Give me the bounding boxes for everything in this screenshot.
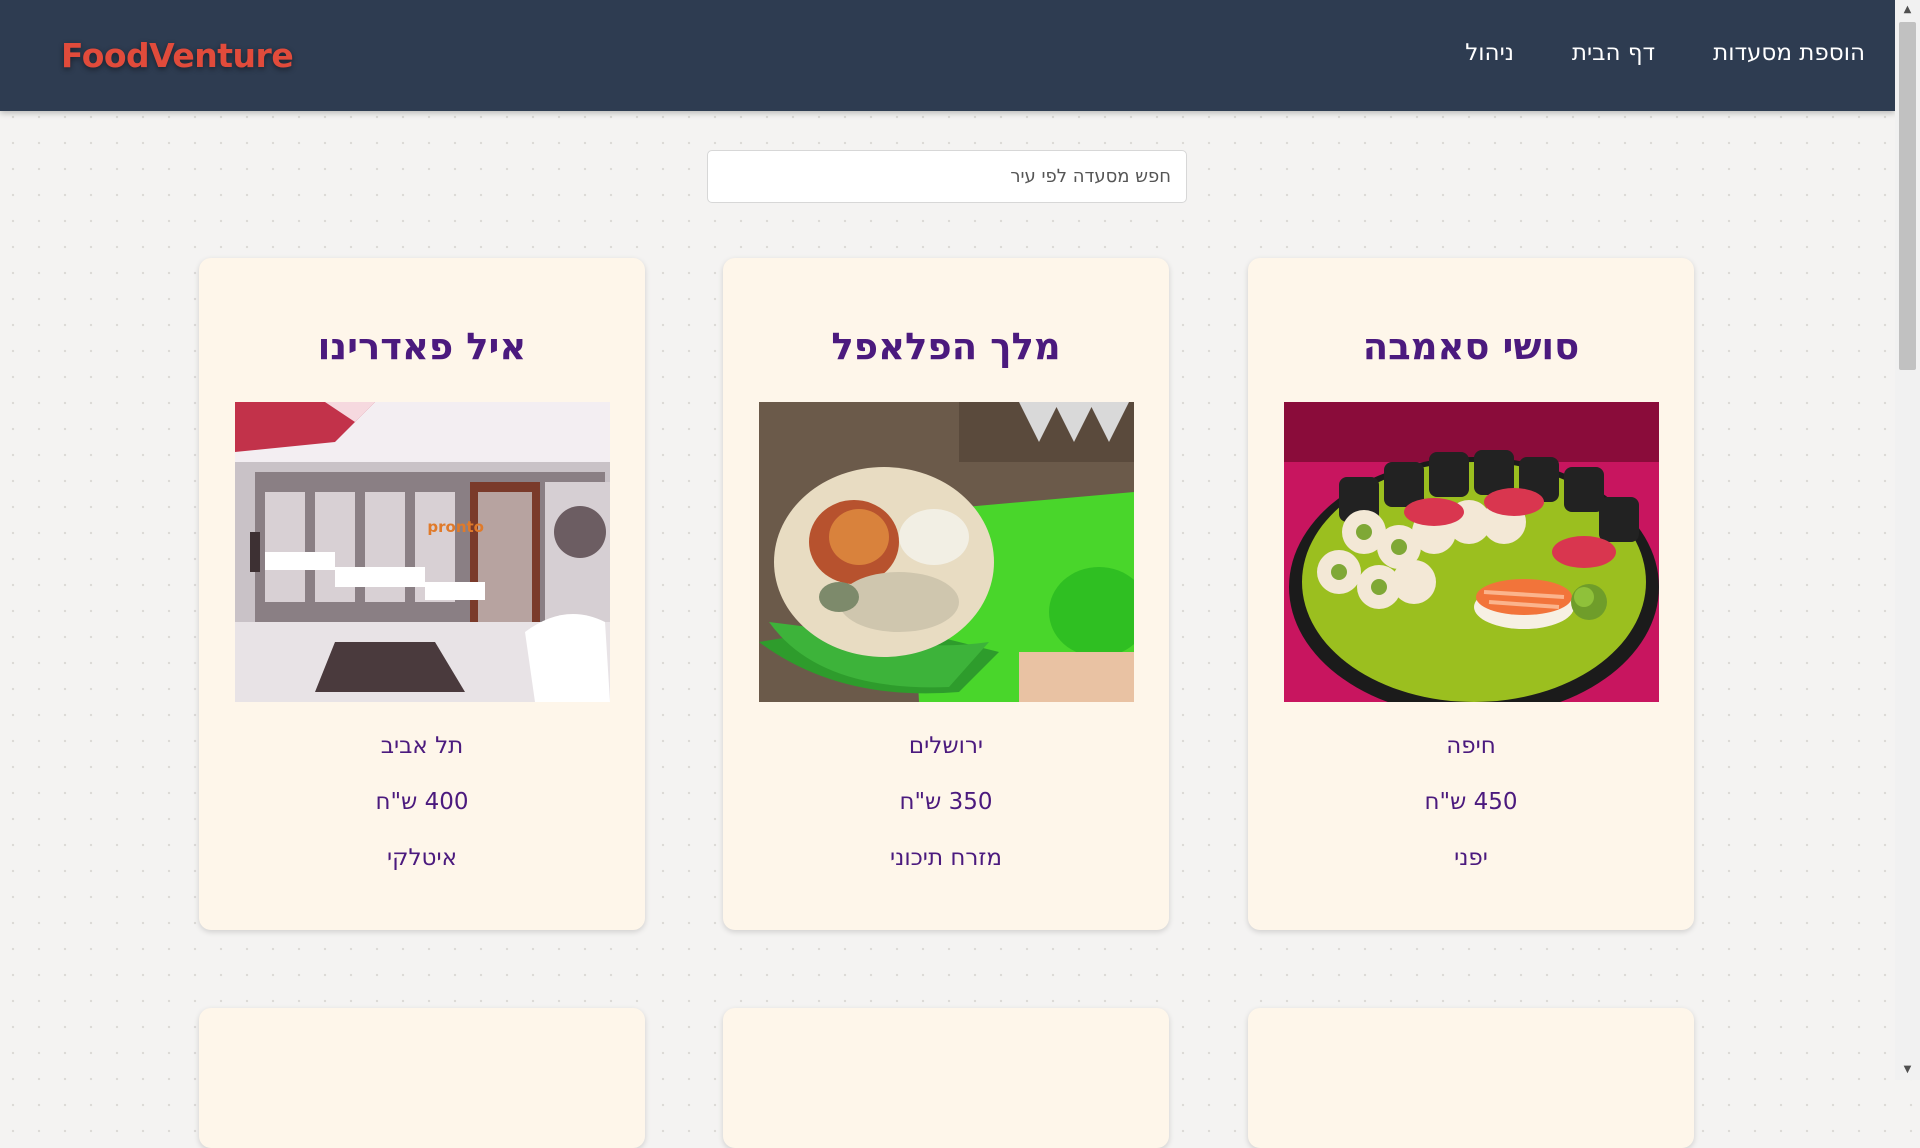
restaurant-card[interactable] [199,1008,645,1148]
restaurant-city: תל אביב [380,733,464,759]
restaurant-name: סושי סאמבה [1362,325,1580,368]
restaurant-cuisine: איטלקי [387,845,457,871]
scrollbar-thumb[interactable] [1899,22,1916,370]
restaurant-image [1284,402,1659,702]
restaurant-image [759,402,1134,702]
restaurant-cuisine: מזרח תיכוני [890,845,1002,871]
city-search-input[interactable] [707,150,1187,203]
restaurant-cuisine: יפני [1454,845,1488,871]
restaurant-city: חיפה [1446,733,1496,759]
nav-links: ניהול דף הבית הוספת מסעדות [1465,40,1865,66]
restaurant-name: איל פאדרינו [317,325,527,368]
nav-link-home[interactable]: דף הבית [1572,40,1655,66]
restaurant-card[interactable] [1248,1008,1694,1148]
restaurant-price: 350 ש"ח [899,789,993,815]
restaurant-name: מלך הפלאפל [831,325,1061,368]
restaurant-card[interactable]: סושי סאמבה חיפה 450 ש"ח יפני [1248,258,1694,930]
restaurant-image: pronto [235,402,610,702]
navbar: FoodVenture ניהול דף הבית הוספת מסעדות [0,0,1895,111]
nav-link-add-restaurants[interactable]: הוספת מסעדות [1713,40,1865,66]
nav-link-admin[interactable]: ניהול [1465,40,1514,66]
restaurant-price: 400 ש"ח [375,789,469,815]
scroll-down-arrow-icon[interactable]: ▼ [1895,1060,1920,1080]
restaurant-card[interactable]: מלך הפלאפל ירושלים 350 ש"ח מזרח תיכוני [723,258,1169,930]
restaurant-city: ירושלים [908,733,984,759]
brand-logo[interactable]: FoodVenture [61,36,294,75]
page-scrollbar[interactable]: ▲ ▼ [1895,0,1920,1080]
restaurant-card[interactable] [723,1008,1169,1148]
restaurant-price: 450 ש"ח [1424,789,1518,815]
restaurant-card[interactable]: איל פאדרינו pronto תל אביב 400 ש"ח איטלק… [199,258,645,930]
sign-text: pronto [427,518,484,536]
scroll-up-arrow-icon[interactable]: ▲ [1895,0,1920,20]
